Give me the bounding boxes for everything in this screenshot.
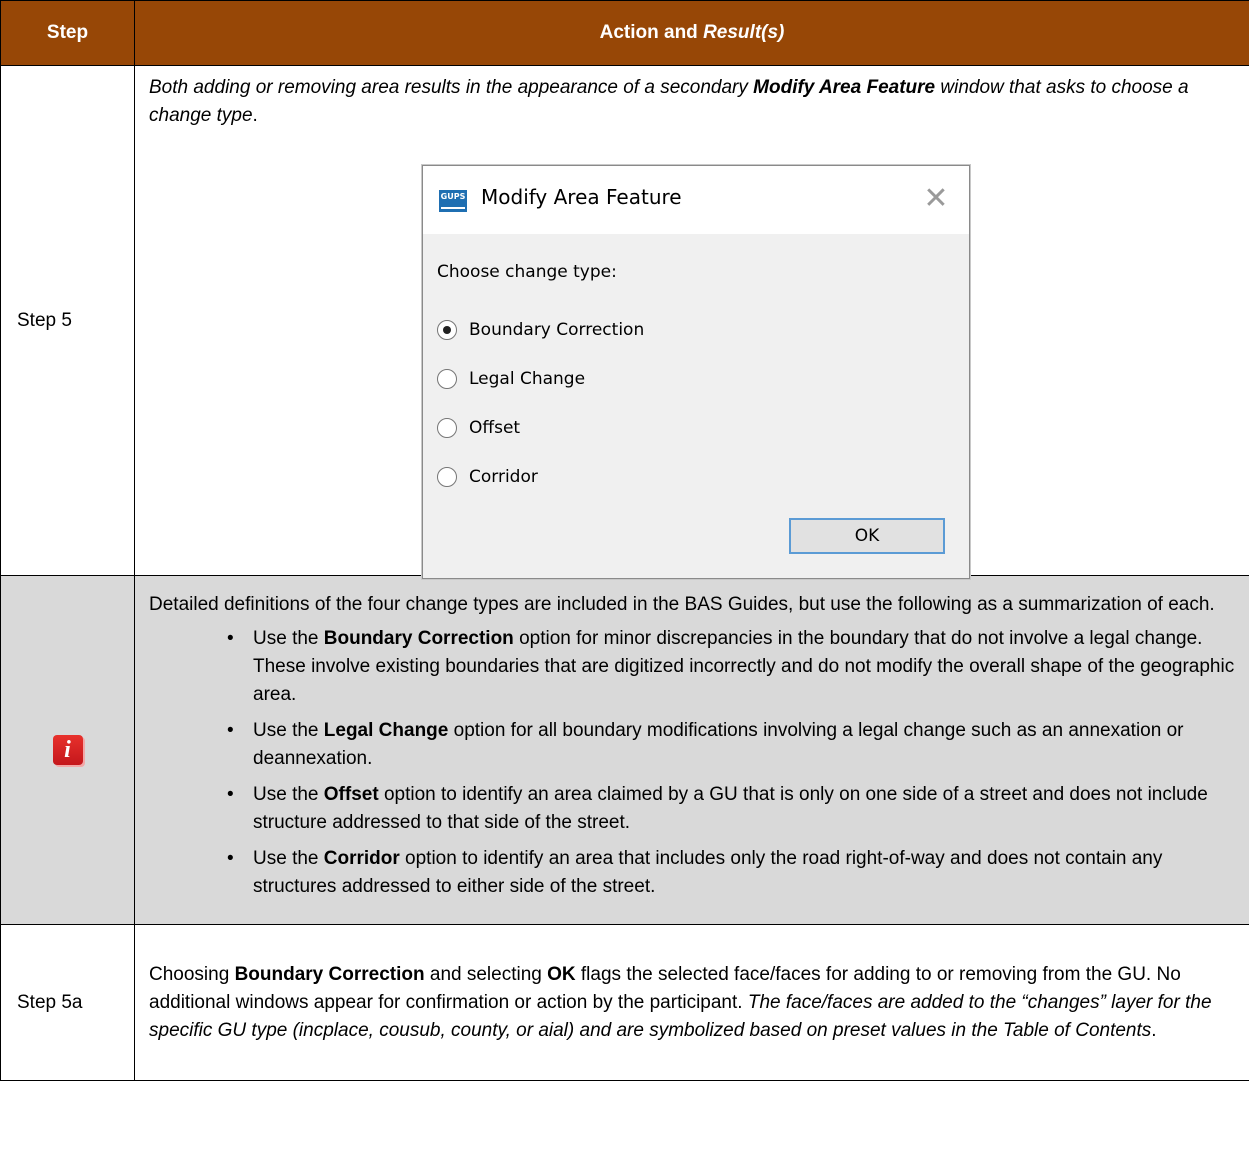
modify-area-feature-dialog: GUPS Modify Area Feature ✕ Choose change… bbox=[422, 165, 970, 579]
step5a-text: and selecting bbox=[424, 963, 548, 985]
step5a-text-end: . bbox=[1151, 1019, 1157, 1041]
radio-unselected-icon[interactable] bbox=[437, 418, 457, 438]
info-icon: i bbox=[52, 735, 83, 765]
radio-corridor[interactable]: Corridor bbox=[437, 463, 538, 491]
note-bullet-list: Use the Boundary Correction option for m… bbox=[149, 625, 1235, 901]
header-action-text: Action and bbox=[599, 22, 704, 43]
header-action: Action and Result(s) bbox=[134, 0, 1249, 66]
radio-label: Legal Change bbox=[469, 369, 586, 389]
step5-text-bold: Modify Area Feature bbox=[753, 77, 936, 98]
radio-unselected-icon[interactable] bbox=[437, 369, 457, 389]
step5a-row: Step 5a Choosing Boundary Correction and… bbox=[0, 924, 1249, 1081]
step5-text: Both adding or removing area results in … bbox=[149, 77, 1189, 126]
note-intro: Detailed definitions of the four change … bbox=[149, 594, 1215, 615]
step5a-label: Step 5a bbox=[0, 924, 135, 1081]
radio-label: Boundary Correction bbox=[469, 320, 645, 340]
step5a-text: Choosing bbox=[149, 963, 235, 985]
close-icon[interactable]: ✕ bbox=[919, 182, 953, 216]
step5a-term-boundary: Boundary Correction bbox=[234, 963, 425, 985]
change-type-prompt: Choose change type: bbox=[437, 262, 617, 282]
bullet-text: Use the bbox=[253, 848, 324, 869]
dialog-title: Modify Area Feature bbox=[481, 185, 682, 209]
bullet-term: Boundary Correction bbox=[323, 628, 514, 649]
header-result-text: Result(s) bbox=[703, 22, 785, 43]
step5a-term-ok: OK bbox=[547, 963, 576, 985]
ok-button[interactable]: OK bbox=[789, 518, 945, 554]
bullet-legal-change: Use the Legal Change option for all boun… bbox=[149, 717, 1235, 773]
radio-offset[interactable]: Offset bbox=[437, 414, 520, 442]
gups-logo-icon: GUPS bbox=[439, 190, 467, 212]
bullet-text: option to identify an area claimed by a … bbox=[253, 784, 1208, 833]
radio-label: Corridor bbox=[469, 467, 538, 487]
radio-legal-change[interactable]: Legal Change bbox=[437, 365, 585, 393]
bullet-text: Use the bbox=[253, 720, 324, 741]
bullet-boundary-correction: Use the Boundary Correction option for m… bbox=[149, 625, 1235, 709]
radio-selected-icon[interactable] bbox=[437, 320, 457, 340]
bullet-term: Corridor bbox=[323, 848, 400, 869]
radio-unselected-icon[interactable] bbox=[437, 467, 457, 487]
step5-text-a: Both adding or removing area results in … bbox=[149, 77, 754, 98]
step5-label: Step 5 bbox=[0, 65, 135, 576]
bullet-term: Offset bbox=[323, 784, 379, 805]
dialog-titlebar: GUPS Modify Area Feature ✕ bbox=[423, 166, 969, 234]
step5a-body: Choosing Boundary Correction and selecti… bbox=[134, 924, 1249, 1081]
note-row: i Detailed definitions of the four chang… bbox=[0, 575, 1249, 925]
radio-boundary-correction[interactable]: Boundary Correction bbox=[437, 316, 644, 344]
header-row: Step Action and Result(s) bbox=[0, 0, 1249, 66]
bullet-offset: Use the Offset option to identify an are… bbox=[149, 781, 1235, 837]
bullet-corridor: Use the Corridor option to identify an a… bbox=[149, 845, 1235, 901]
bullet-text: Use the bbox=[253, 784, 324, 805]
radio-label: Offset bbox=[469, 418, 521, 438]
bullet-term: Legal Change bbox=[323, 720, 449, 741]
note-icon-cell: i bbox=[0, 575, 135, 925]
note-body: Detailed definitions of the four change … bbox=[134, 575, 1249, 925]
header-step: Step bbox=[0, 0, 135, 66]
bullet-text: Use the bbox=[253, 628, 324, 649]
step5-text-end: . bbox=[252, 105, 258, 126]
